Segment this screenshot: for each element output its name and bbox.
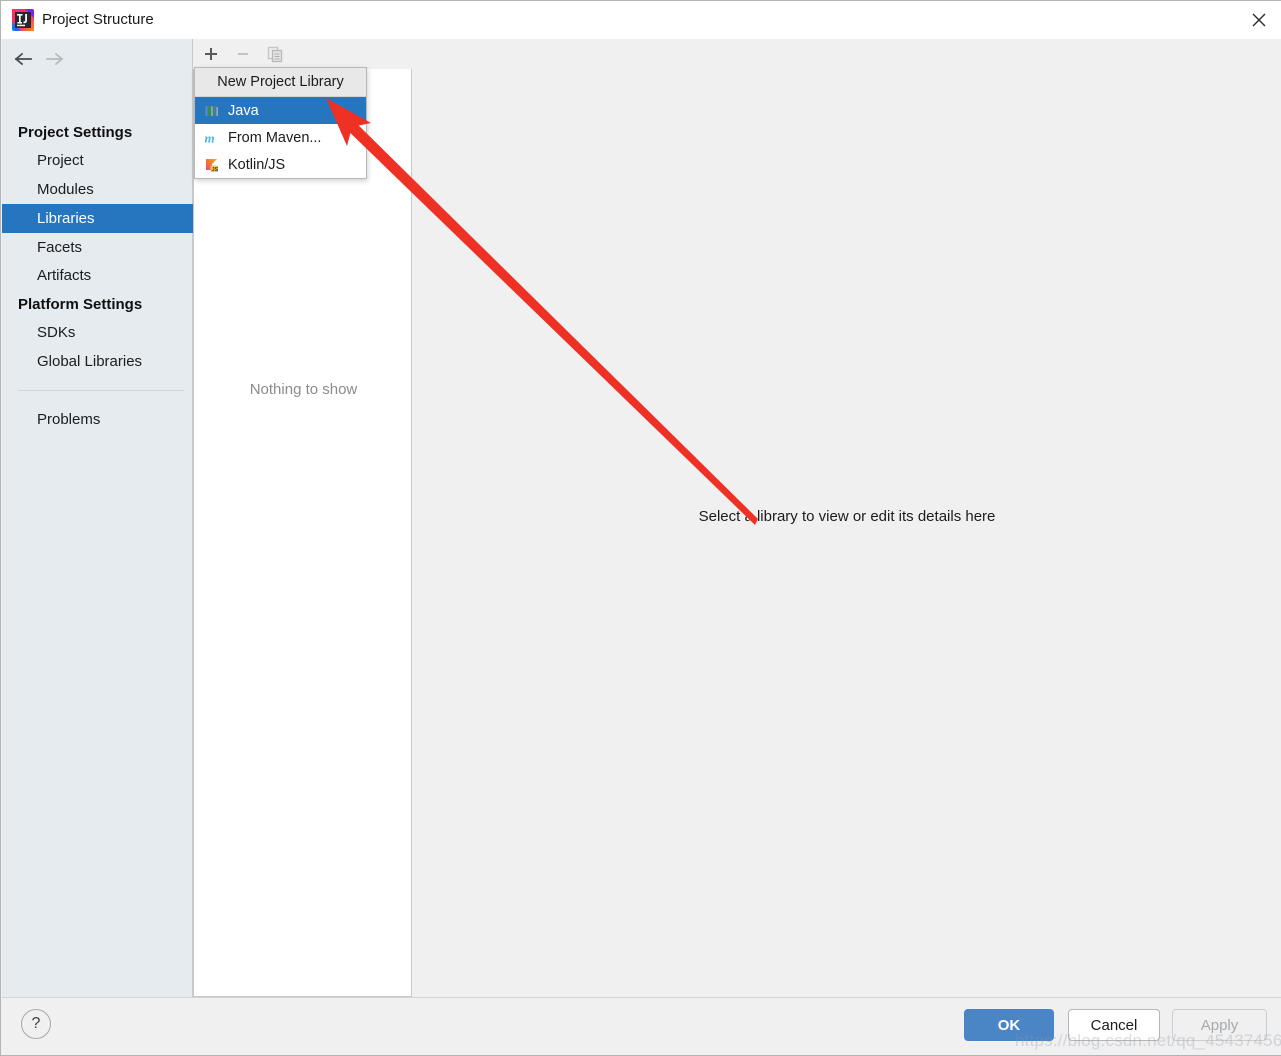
sidebar-item-label: Facets: [37, 239, 82, 256]
close-icon[interactable]: [1236, 1, 1281, 39]
popup-item-from-maven[interactable]: m From Maven...: [195, 124, 366, 151]
sidebar-item-label: Project: [37, 152, 84, 169]
sidebar-section-project-settings: Project Settings: [18, 124, 132, 141]
new-project-library-popup: New Project Library Java m From Maven...: [194, 67, 367, 179]
sidebar-item-global-libraries[interactable]: Global Libraries: [2, 347, 193, 376]
sidebar-item-modules[interactable]: Modules: [2, 175, 193, 204]
sidebar-item-artifacts[interactable]: Artifacts: [2, 261, 193, 290]
cancel-button[interactable]: Cancel: [1068, 1009, 1160, 1041]
arrow-right-icon[interactable]: [42, 48, 68, 70]
popup-header-label: New Project Library: [195, 68, 366, 97]
sidebar-item-project[interactable]: Project: [2, 146, 193, 175]
sidebar-item-label: Artifacts: [37, 267, 91, 284]
popup-item-label: From Maven...: [228, 130, 321, 146]
question-mark-icon: ?: [32, 1015, 41, 1033]
sidebar-divider: [18, 390, 184, 391]
java-library-icon: [203, 102, 221, 120]
svg-text:m: m: [205, 130, 215, 145]
empty-state-label: Nothing to show: [194, 381, 413, 398]
sidebar-item-label: Modules: [37, 181, 94, 198]
maven-icon: m: [203, 129, 221, 147]
add-button[interactable]: [198, 42, 224, 66]
popup-item-kotlin-js[interactable]: JS Kotlin/JS: [195, 151, 366, 178]
sidebar-item-label: SDKs: [37, 324, 75, 341]
popup-item-label: Java: [228, 103, 259, 119]
arrow-left-icon[interactable]: [10, 48, 36, 70]
remove-button[interactable]: [230, 42, 256, 66]
svg-text:JS: JS: [212, 166, 219, 172]
sidebar-section-platform-settings: Platform Settings: [18, 296, 142, 313]
title-bar: Project Structure: [1, 1, 1281, 39]
sidebar-item-libraries[interactable]: Libraries: [2, 204, 193, 233]
library-detail-panel: Select a library to view or edit its det…: [413, 39, 1281, 997]
project-structure-dialog: Project Structure Project Settings Pro: [0, 0, 1281, 1056]
window-title: Project Structure: [42, 9, 154, 31]
navigation-buttons: [2, 43, 193, 75]
sidebar-item-facets[interactable]: Facets: [2, 233, 193, 262]
popup-item-java[interactable]: Java: [195, 97, 366, 124]
detail-hint-label: Select a library to view or edit its det…: [413, 508, 1281, 525]
library-list-panel: Nothing to show: [193, 39, 413, 997]
popup-item-label: Kotlin/JS: [228, 157, 285, 173]
sidebar-item-sdks[interactable]: SDKs: [2, 318, 193, 347]
dialog-button-bar: ? OK Cancel Apply: [2, 997, 1281, 1055]
library-toolbar: [193, 39, 413, 69]
sidebar-item-label: Libraries: [37, 210, 95, 227]
apply-button[interactable]: Apply: [1172, 1009, 1267, 1041]
help-button[interactable]: ?: [21, 1009, 51, 1039]
kotlin-js-icon: JS: [203, 156, 221, 174]
sidebar-item-label: Problems: [37, 411, 100, 428]
sidebar-item-label: Global Libraries: [37, 353, 142, 370]
intellij-idea-icon: [12, 9, 34, 31]
sidebar: Project Settings Project Modules Librari…: [2, 39, 193, 997]
ok-button[interactable]: OK: [964, 1009, 1054, 1041]
sidebar-item-problems[interactable]: Problems: [2, 405, 193, 434]
library-list[interactable]: Nothing to show: [193, 69, 412, 997]
copy-button[interactable]: [262, 42, 288, 66]
